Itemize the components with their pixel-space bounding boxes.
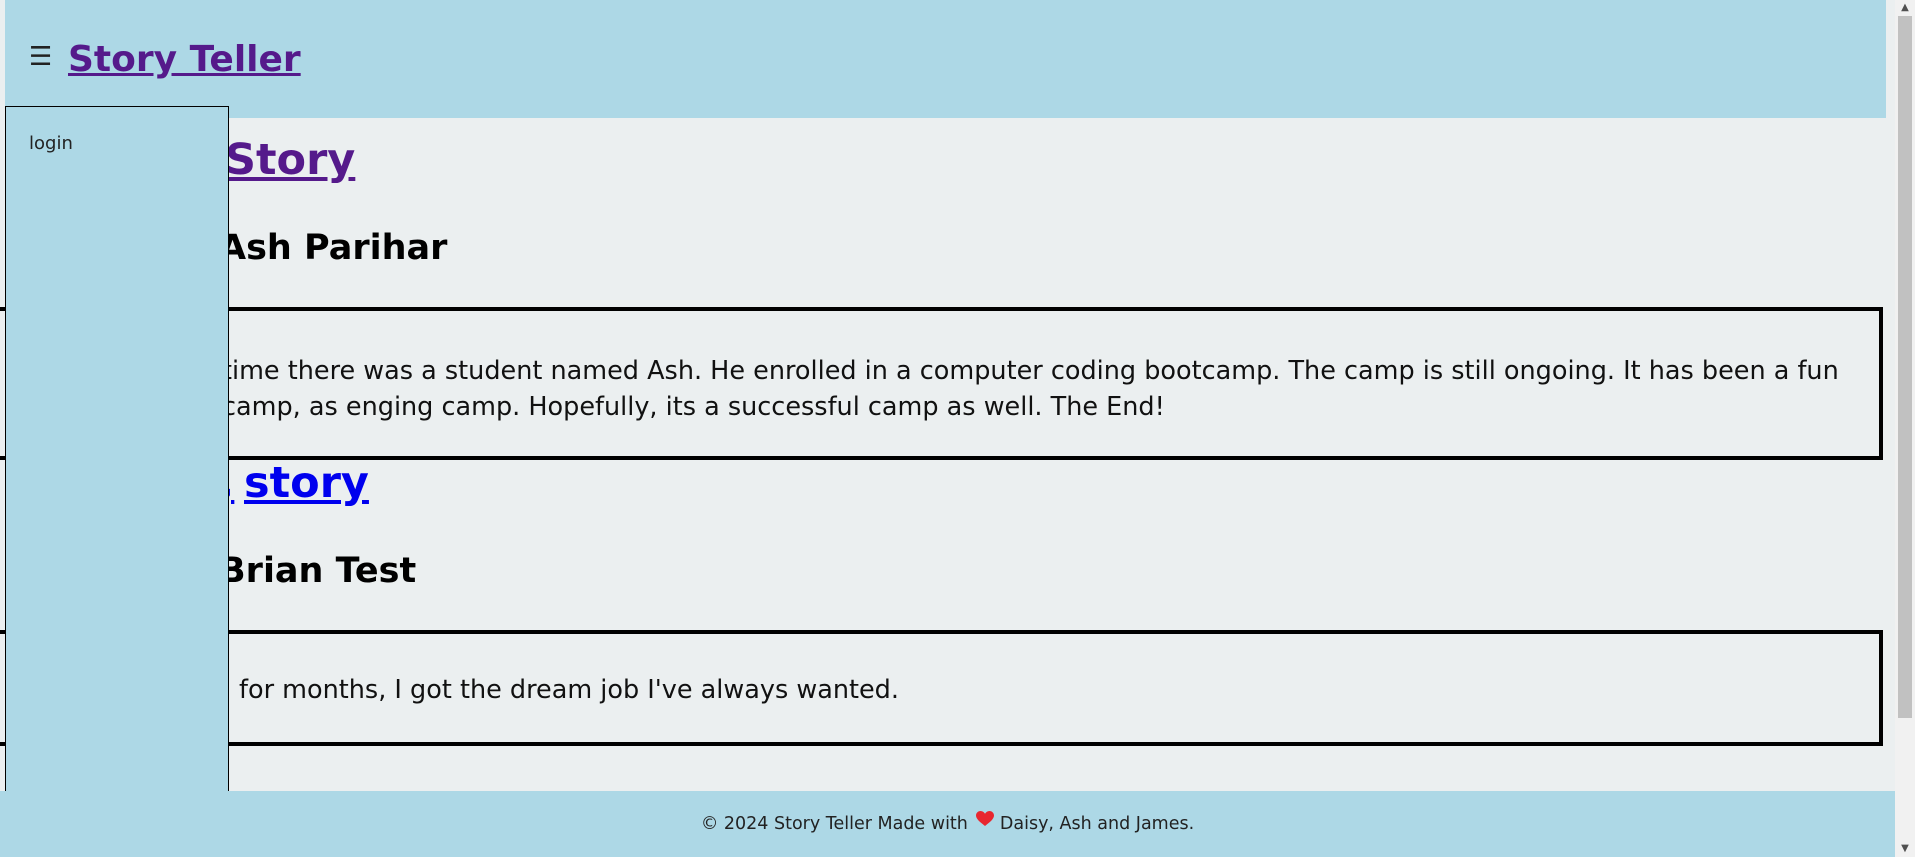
story-title-link[interactable]: story — [244, 458, 369, 508]
story-text: time there was a student named Ash. He e… — [222, 356, 1839, 422]
site-footer: © 2024 Story Teller Made with Daisy, Ash … — [0, 791, 1895, 857]
story-title-link[interactable]: Story — [225, 135, 355, 185]
vertical-scrollbar[interactable]: ▲ ▼ — [1895, 0, 1915, 857]
scrollbar-thumb[interactable] — [1898, 16, 1912, 718]
story-content-box: for months, I got the dream job I've alw… — [0, 630, 1883, 746]
hamburger-menu-icon[interactable]: ☰ — [29, 42, 52, 72]
site-header: ☰ Story Teller — [5, 0, 1886, 118]
page: ☰ Story Teller Story Ash Parihar time th… — [0, 0, 1915, 857]
story-author: Brian Test — [219, 551, 417, 591]
sidebar-menu: login — [5, 106, 229, 796]
sidebar-login-link[interactable]: login — [29, 133, 73, 154]
scroll-up-arrow-icon[interactable]: ▲ — [1895, 0, 1915, 16]
footer-copyright: © 2024 Story Teller Made with — [700, 814, 968, 834]
story-text: for months, I got the dream job I've alw… — [239, 675, 899, 705]
site-title-link[interactable]: Story Teller — [68, 36, 301, 84]
heart-icon — [975, 789, 994, 855]
story-author: Ash Parihar — [219, 228, 448, 268]
story-content-box: time there was a student named Ash. He e… — [0, 307, 1883, 460]
scroll-down-arrow-icon[interactable]: ▼ — [1895, 841, 1915, 857]
footer-credits: Daisy, Ash and James. — [999, 814, 1195, 834]
